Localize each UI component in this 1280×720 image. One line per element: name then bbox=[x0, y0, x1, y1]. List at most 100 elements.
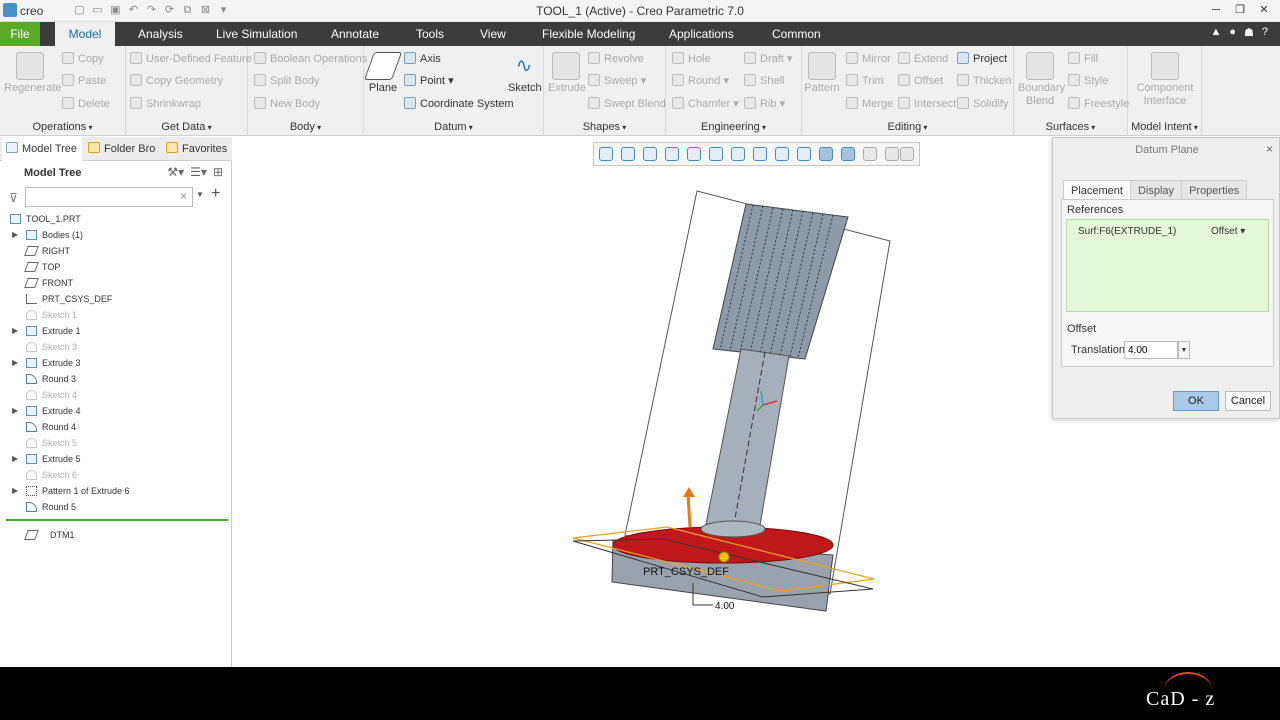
delete-button[interactable]: Delete bbox=[62, 97, 110, 110]
engineering-group-label[interactable]: Engineering bbox=[666, 121, 801, 133]
swept-blend-button[interactable]: Swept Blend bbox=[588, 97, 666, 110]
tab-favorites[interactable]: Favorites bbox=[162, 137, 232, 161]
tree-item[interactable]: Sketch 6 bbox=[0, 467, 230, 483]
round-button[interactable]: Round ▾ bbox=[672, 74, 729, 87]
tree-filter-icon[interactable]: ⊞ bbox=[213, 165, 223, 179]
references-collector[interactable]: Surf:F6(EXTRUDE_1) Offset ▾ bbox=[1066, 219, 1269, 312]
merge-button[interactable]: Merge bbox=[846, 97, 893, 110]
tab-placement[interactable]: Placement bbox=[1063, 180, 1131, 200]
offset-button[interactable]: Offset bbox=[898, 74, 943, 87]
close-window-icon[interactable]: ⊠ bbox=[198, 3, 213, 18]
tree-item[interactable]: ▶ Bodies (1) bbox=[0, 227, 230, 243]
reference-item[interactable]: Surf:F6(EXTRUDE_1) bbox=[1078, 226, 1176, 237]
tree-item[interactable]: Sketch 1 bbox=[0, 307, 230, 323]
model-intent-group-label[interactable]: Model Intent bbox=[1128, 121, 1201, 133]
mirror-button[interactable]: Mirror bbox=[846, 52, 891, 65]
boolean-operations-button[interactable]: Boolean Operations bbox=[254, 52, 367, 65]
shrinkwrap-button[interactable]: Shrinkwrap bbox=[130, 97, 201, 110]
tree-item[interactable]: PRT_CSYS_DEF bbox=[0, 291, 230, 307]
tab-display[interactable]: Display bbox=[1129, 180, 1183, 200]
paste-button[interactable]: Paste bbox=[62, 74, 106, 87]
fill-button[interactable]: Fill bbox=[1068, 52, 1098, 65]
info-icon[interactable]: ● bbox=[1229, 26, 1236, 39]
offset-dimension[interactable]: 4.00 bbox=[715, 601, 735, 612]
expand-icon[interactable]: ▶ bbox=[12, 355, 18, 371]
filter-icon[interactable]: ⊽ bbox=[9, 191, 18, 205]
tab-model-tree[interactable]: Model Tree bbox=[2, 137, 82, 161]
body-group-label[interactable]: Body bbox=[248, 121, 363, 133]
translation-dropdown-icon[interactable]: ▼ bbox=[1178, 341, 1190, 359]
editing-group-label[interactable]: Editing bbox=[802, 121, 1013, 133]
tree-item[interactable]: ▶ Extrude 1 bbox=[0, 323, 230, 339]
tree-item[interactable]: ▶ Extrude 3 bbox=[0, 355, 230, 371]
constraint-type-dropdown[interactable]: Offset ▾ bbox=[1211, 226, 1245, 237]
intersect-button[interactable]: Intersect bbox=[898, 97, 956, 110]
new-icon[interactable]: ▢ bbox=[72, 3, 87, 18]
regenerate-button[interactable]: Regenerate bbox=[4, 52, 62, 95]
tab-applications[interactable]: Applications bbox=[669, 22, 734, 46]
tree-item[interactable]: TOP bbox=[0, 259, 230, 275]
rib-button[interactable]: Rib ▾ bbox=[744, 97, 785, 110]
ok-button[interactable]: OK bbox=[1173, 391, 1219, 411]
copy-geometry-button[interactable]: Copy Geometry bbox=[130, 74, 223, 87]
freestyle-button[interactable]: Freestyle bbox=[1068, 97, 1129, 110]
close-icon[interactable]: × bbox=[1266, 142, 1273, 156]
solidify-button[interactable]: Solidify bbox=[957, 97, 1008, 110]
tab-annotate[interactable]: Annotate bbox=[331, 22, 379, 46]
plane-button[interactable]: Plane bbox=[363, 52, 403, 95]
collapse-ribbon-icon[interactable]: ▲ bbox=[1210, 26, 1221, 39]
drag-handle[interactable] bbox=[718, 551, 730, 563]
copy-button[interactable]: Copy bbox=[62, 52, 104, 65]
tree-item[interactable]: FRONT bbox=[0, 275, 230, 291]
shell-button[interactable]: Shell bbox=[744, 74, 784, 87]
thicken-button[interactable]: Thicken bbox=[957, 74, 1012, 87]
hole-button[interactable]: Hole bbox=[672, 52, 711, 65]
windows-icon[interactable]: ⧉ bbox=[180, 3, 195, 18]
datum-group-label[interactable]: Datum bbox=[364, 121, 543, 133]
operations-group-label[interactable]: Operations bbox=[0, 121, 125, 133]
get-data-group-label[interactable]: Get Data bbox=[126, 121, 247, 133]
insert-here-indicator[interactable] bbox=[6, 519, 228, 521]
tree-item[interactable]: Sketch 3 bbox=[0, 339, 230, 355]
pattern-button[interactable]: Pattern bbox=[804, 52, 840, 95]
tree-settings-icon[interactable]: ⚒▾ bbox=[167, 165, 184, 179]
point-button[interactable]: Point ▾ bbox=[404, 74, 454, 87]
tree-item[interactable]: Sketch 5 bbox=[0, 435, 230, 451]
expand-icon[interactable]: ▶ bbox=[12, 483, 18, 499]
tree-item[interactable]: ▶ Pattern 1 of Extrude 6 bbox=[0, 483, 230, 499]
add-icon[interactable]: + bbox=[211, 185, 220, 203]
regenerate-icon[interactable]: ⟳ bbox=[162, 3, 177, 18]
minimize-icon[interactable]: ─ bbox=[1206, 2, 1226, 18]
tree-item[interactable]: RIGHT bbox=[0, 243, 230, 259]
community-icon[interactable]: ☗ bbox=[1244, 26, 1254, 39]
tree-item[interactable]: Round 4 bbox=[0, 419, 230, 435]
new-body-button[interactable]: New Body bbox=[254, 97, 320, 110]
redo-icon[interactable]: ↷ bbox=[144, 3, 159, 18]
shapes-group-label[interactable]: Shapes bbox=[544, 121, 665, 133]
clear-search-icon[interactable]: × bbox=[180, 189, 187, 203]
tab-view[interactable]: View bbox=[480, 22, 506, 46]
project-button[interactable]: Project bbox=[957, 52, 1007, 65]
tab-flexible-modeling[interactable]: Flexible Modeling bbox=[542, 22, 635, 46]
close-icon[interactable]: ✕ bbox=[1254, 2, 1274, 18]
trim-button[interactable]: Trim bbox=[846, 74, 884, 87]
undo-icon[interactable]: ↶ bbox=[126, 3, 141, 18]
expand-icon[interactable]: ▶ bbox=[12, 323, 18, 339]
tab-file[interactable]: File bbox=[0, 22, 40, 46]
tree-item[interactable]: ▶ Extrude 5 bbox=[0, 451, 230, 467]
expand-icon[interactable]: ▶ bbox=[12, 227, 18, 243]
save-icon[interactable]: ▣ bbox=[108, 3, 123, 18]
tree-item[interactable]: Round 5 bbox=[0, 499, 230, 515]
chamfer-button[interactable]: Chamfer ▾ bbox=[672, 97, 739, 110]
tab-model[interactable]: Model bbox=[55, 22, 115, 46]
split-body-button[interactable]: Split Body bbox=[254, 74, 320, 87]
tab-properties[interactable]: Properties bbox=[1181, 180, 1248, 200]
style-button[interactable]: Style bbox=[1068, 74, 1108, 87]
maximize-icon[interactable]: ❐ bbox=[1230, 2, 1250, 18]
boundary-blend-button[interactable]: Boundary Blend bbox=[1018, 52, 1065, 108]
sketch-button[interactable]: ∿ Sketch bbox=[508, 52, 542, 95]
help-icon[interactable]: ? bbox=[1262, 26, 1268, 39]
component-interface-button[interactable]: Component Interface bbox=[1130, 52, 1200, 108]
tree-item[interactable]: ▶ Extrude 4 bbox=[0, 403, 230, 419]
offset-direction-arrow[interactable] bbox=[686, 493, 692, 528]
